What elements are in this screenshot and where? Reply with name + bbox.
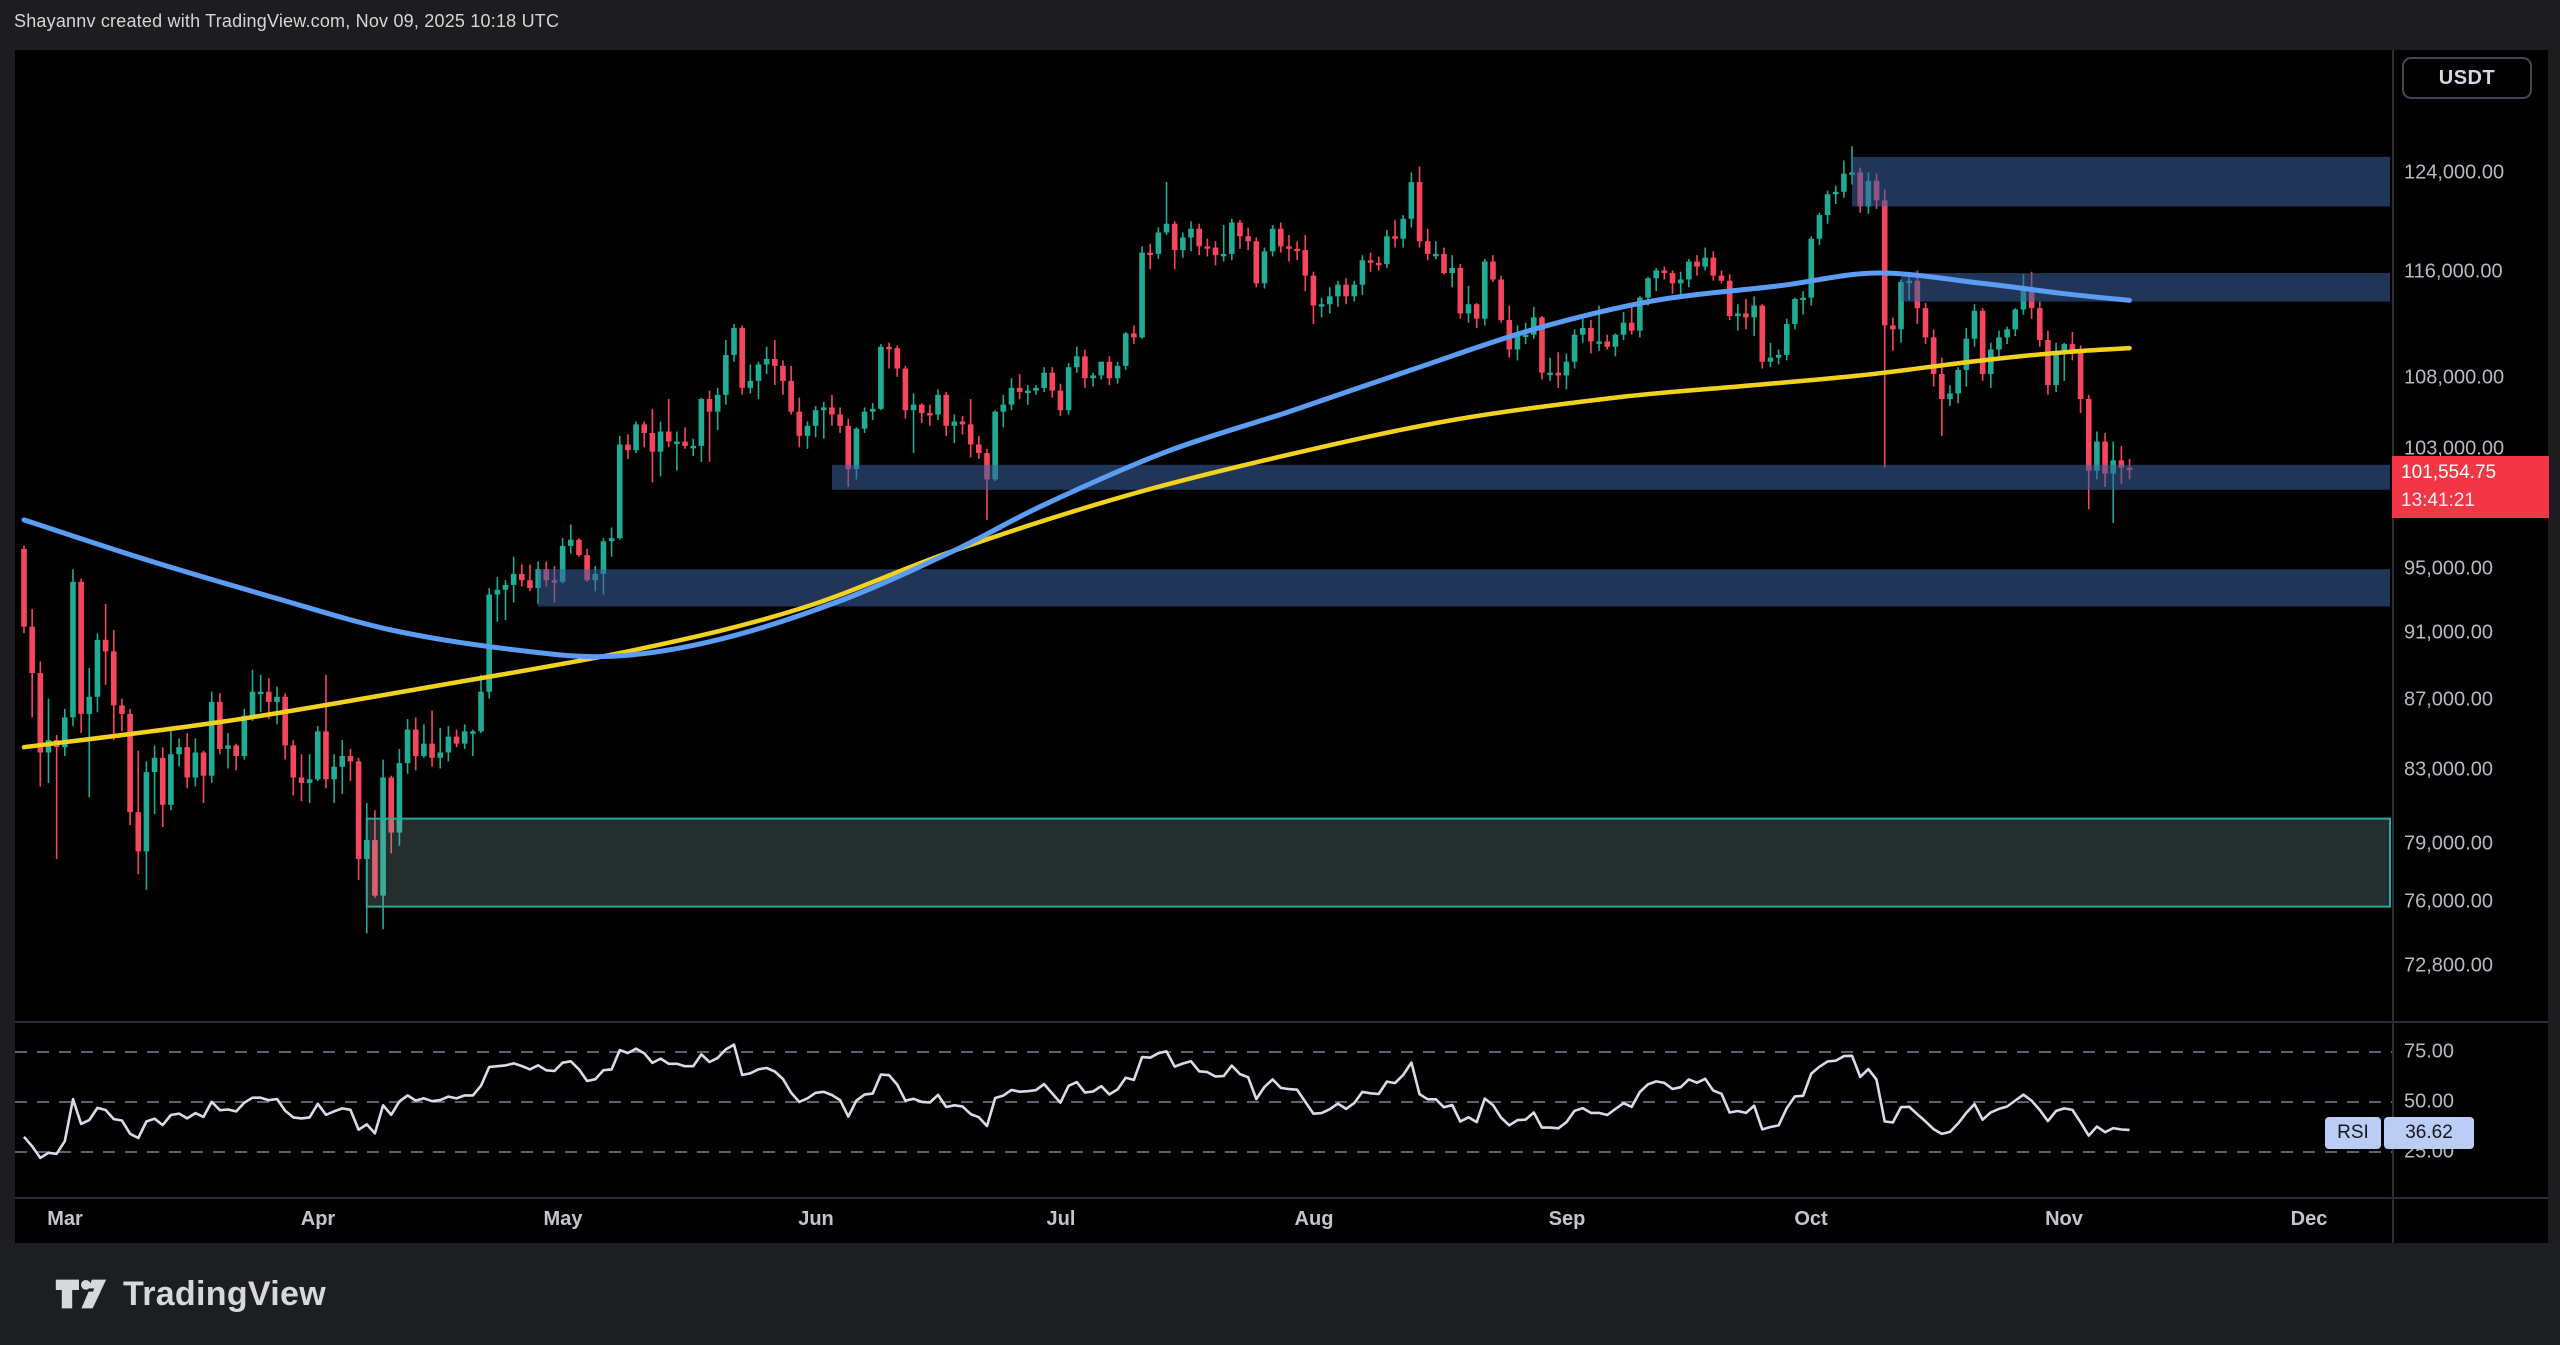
tradingview-logo-icon xyxy=(55,1277,107,1311)
attribution-text: Shayannv created with TradingView.com, N… xyxy=(14,11,559,32)
time-axis-label: Nov xyxy=(2045,1208,2083,1231)
price-axis-label: 116,000.00 xyxy=(2404,261,2503,284)
last-price-value: 101,554.75 xyxy=(2401,459,2549,487)
time-axis-label: Sep xyxy=(1549,1208,1586,1231)
price-axis-label: 76,000.00 xyxy=(2404,891,2493,914)
time-axis-label: Mar xyxy=(47,1208,83,1231)
tradingview-chart-screenshot: Shayannv created with TradingView.com, N… xyxy=(0,0,2560,1345)
time-axis-label: May xyxy=(544,1208,583,1231)
quote-currency-button[interactable]: USDT xyxy=(2402,57,2532,99)
rsi-level-label: 50.00 xyxy=(2404,1091,2454,1114)
rsi-indicator-badge: RSI xyxy=(2325,1117,2381,1149)
rsi-level-label: 75.00 xyxy=(2404,1041,2454,1064)
time-axis-label: Dec xyxy=(2291,1208,2328,1231)
footer: TradingView xyxy=(0,1243,2560,1345)
price-axis-label: 79,000.00 xyxy=(2404,833,2493,856)
price-axis-label: 87,000.00 xyxy=(2404,689,2493,712)
price-axis-label: 83,000.00 xyxy=(2404,759,2493,782)
chart-plot-area[interactable] xyxy=(15,50,2548,1243)
bar-countdown: 13:41:21 xyxy=(2401,487,2549,515)
price-axis-label: 108,000.00 xyxy=(2404,367,2504,390)
time-axis-label: Jun xyxy=(798,1208,834,1231)
price-axis-label: 124,000.00 xyxy=(2404,162,2504,185)
tradingview-logo[interactable]: TradingView xyxy=(55,1275,326,1314)
last-price-badge: 101,554.75 13:41:21 xyxy=(2392,456,2549,518)
time-axis-label: Apr xyxy=(301,1208,335,1231)
price-axis-label: 91,000.00 xyxy=(2404,622,2493,645)
time-axis-label: Aug xyxy=(1295,1208,1334,1231)
rsi-value-badge: 36.62 xyxy=(2384,1117,2474,1149)
time-axis-label: Jul xyxy=(1047,1208,1076,1231)
time-axis-label: Oct xyxy=(1794,1208,1827,1231)
tradingview-brand-text: TradingView xyxy=(123,1275,326,1314)
price-axis-label: 72,800.00 xyxy=(2404,955,2493,978)
price-axis-label: 95,000.00 xyxy=(2404,558,2493,581)
